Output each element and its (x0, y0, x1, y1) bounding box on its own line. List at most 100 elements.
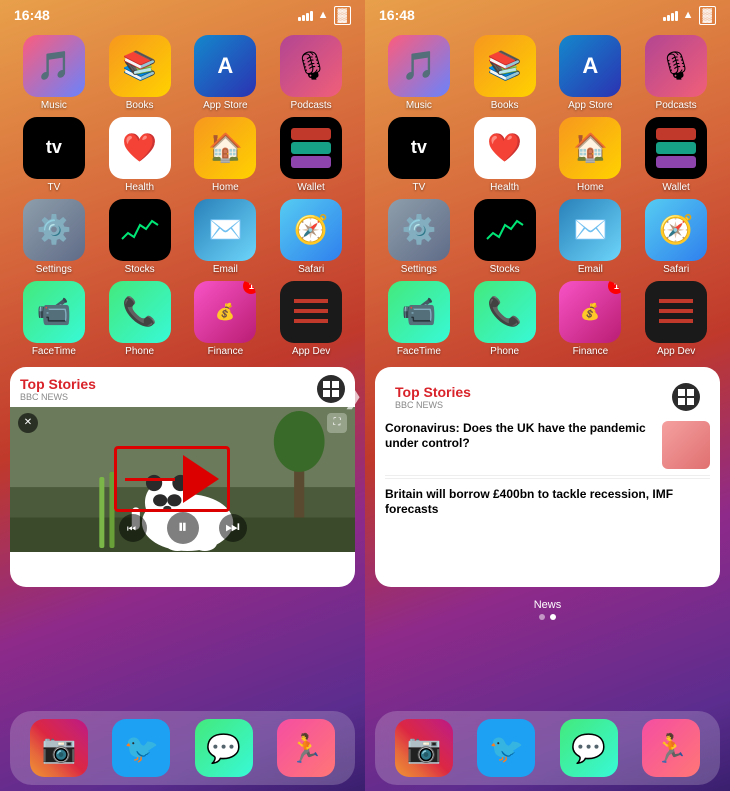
dock-fitness[interactable]: 🏃 (277, 719, 335, 777)
app-stocks[interactable]: Stocks (100, 199, 180, 275)
video-expand-button[interactable]: ⛶ (327, 413, 347, 433)
app-facetime-label: FaceTime (32, 346, 76, 357)
app-health-r[interactable]: ❤️ Health (465, 117, 545, 193)
books-icon-r[interactable]: 📚 (474, 35, 536, 97)
stocks-icon[interactable] (109, 199, 171, 261)
video-container[interactable]: ✕ ⛶ ⏮ ⏸ (10, 407, 355, 552)
app-stocks-r[interactable]: Stocks (465, 199, 545, 275)
app-appstore-label: App Store (203, 100, 247, 111)
dock-messages[interactable]: 💬 (195, 719, 253, 777)
video-close-button[interactable]: ✕ (18, 413, 38, 433)
app-home-r[interactable]: 🏠 Home (551, 117, 631, 193)
appstore-icon-r[interactable]: A (559, 35, 621, 97)
article-1-headline: Coronavirus: Does the UK have the pandem… (385, 421, 654, 452)
app-music[interactable]: 🎵 Music (14, 35, 94, 111)
battery-icon-right: ▓ (699, 6, 716, 25)
music-icon[interactable]: 🎵 (23, 35, 85, 97)
health-icon-r[interactable]: ❤️ (474, 117, 536, 179)
rewind-button[interactable]: ⏮ (119, 514, 147, 542)
dock-twitter-r[interactable]: 🐦 (477, 719, 535, 777)
status-bar-left: 16:48 ▲ ▓ (0, 0, 365, 27)
app-appdev[interactable]: App Dev (271, 281, 351, 357)
app-facetime-r[interactable]: 📹 FaceTime (379, 281, 459, 357)
tv-icon[interactable]: tv (23, 117, 85, 179)
appstore-icon[interactable]: A (194, 35, 256, 97)
phone-icon-r[interactable]: 📞 (474, 281, 536, 343)
books-icon[interactable]: 📚 (109, 35, 171, 97)
app-appdev-r[interactable]: App Dev (636, 281, 716, 357)
dock-messages-r[interactable]: 💬 (560, 719, 618, 777)
app-safari[interactable]: 🧭 Safari (271, 199, 351, 275)
app-appstore[interactable]: A App Store (186, 35, 266, 111)
settings-icon[interactable]: ⚙️ (23, 199, 85, 261)
email-icon[interactable]: ✉️ (194, 199, 256, 261)
article-1-thumbnail (662, 421, 710, 469)
podcasts-icon[interactable]: 🎙 (280, 35, 342, 97)
app-finance-r[interactable]: 💰 1 Finance (551, 281, 631, 357)
app-email[interactable]: ✉️ Email (186, 199, 266, 275)
app-safari-r[interactable]: 🧭 Safari (636, 199, 716, 275)
news-article-2[interactable]: Britain will borrow £400bn to tackle rec… (385, 481, 710, 524)
email-icon-r[interactable]: ✉️ (559, 199, 621, 261)
news-widget-header-left: Top Stories BBC NEWS (10, 367, 355, 407)
appdev-icon-r[interactable] (645, 281, 707, 343)
dots-indicator (365, 614, 730, 620)
widget-label: News (365, 599, 730, 611)
facetime-icon[interactable]: 📹 (23, 281, 85, 343)
tv-icon-r[interactable]: tv (388, 117, 450, 179)
app-finance[interactable]: 💰 1 Finance (186, 281, 266, 357)
wifi-icon: ▲ (318, 9, 329, 21)
status-icons-left: ▲ ▓ (298, 6, 351, 25)
app-safari-label: Safari (298, 264, 324, 275)
pause-button[interactable]: ⏸ (167, 512, 199, 544)
app-facetime[interactable]: 📹 FaceTime (14, 281, 94, 357)
video-controls: ⏮ ⏸ ⏭ (10, 512, 355, 544)
finance-icon[interactable]: 💰 1 (194, 281, 256, 343)
app-settings[interactable]: ⚙️ Settings (14, 199, 94, 275)
home-icon-r[interactable]: 🏠 (559, 117, 621, 179)
app-appstore-r[interactable]: A App Store (551, 35, 631, 111)
app-finance-label: Finance (208, 346, 244, 357)
app-tv-label: TV (47, 182, 60, 193)
facetime-icon-r[interactable]: 📹 (388, 281, 450, 343)
app-health[interactable]: ❤️ Health (100, 117, 180, 193)
app-settings-r[interactable]: ⚙️ Settings (379, 199, 459, 275)
wallet-icon[interactable] (280, 117, 342, 179)
news-logo-icon-r (672, 383, 700, 411)
app-phone-r[interactable]: 📞 Phone (465, 281, 545, 357)
app-home[interactable]: 🏠 Home (186, 117, 266, 193)
app-tv-r[interactable]: tv TV (379, 117, 459, 193)
news-widget-left: Top Stories BBC NEWS (10, 367, 355, 597)
podcasts-icon-r[interactable]: 🎙 (645, 35, 707, 97)
dock-twitter[interactable]: 🐦 (112, 719, 170, 777)
app-wallet[interactable]: Wallet (271, 117, 351, 193)
app-books-r[interactable]: 📚 Books (465, 35, 545, 111)
app-tv[interactable]: tv TV (14, 117, 94, 193)
phone-icon[interactable]: 📞 (109, 281, 171, 343)
dock-fitness-r[interactable]: 🏃 (642, 719, 700, 777)
finance-icon-r[interactable]: 💰 1 (559, 281, 621, 343)
health-icon[interactable]: ❤️ (109, 117, 171, 179)
wallet-icon-r[interactable] (645, 117, 707, 179)
news-article-1[interactable]: Coronavirus: Does the UK have the pandem… (385, 415, 710, 476)
app-grid-left: 🎵 Music 📚 Books A App Store 🎙 Podcasts t… (0, 27, 365, 365)
app-email-r[interactable]: ✉️ Email (551, 199, 631, 275)
safari-icon-r[interactable]: 🧭 (645, 199, 707, 261)
app-music-r[interactable]: 🎵 Music (379, 35, 459, 111)
panel-chevron-right[interactable]: ❯ (343, 381, 363, 410)
stocks-icon-r[interactable] (474, 199, 536, 261)
app-wallet-r[interactable]: Wallet (636, 117, 716, 193)
app-phone[interactable]: 📞 Phone (100, 281, 180, 357)
app-books[interactable]: 📚 Books (100, 35, 180, 111)
battery-icon: ▓ (334, 6, 351, 25)
app-podcasts-r[interactable]: 🎙 Podcasts (636, 35, 716, 111)
appdev-icon[interactable] (280, 281, 342, 343)
safari-icon[interactable]: 🧭 (280, 199, 342, 261)
home-icon[interactable]: 🏠 (194, 117, 256, 179)
dock-instagram[interactable]: 📷 (30, 719, 88, 777)
music-icon-r[interactable]: 🎵 (388, 35, 450, 97)
forward-button[interactable]: ⏭ (219, 514, 247, 542)
settings-icon-r[interactable]: ⚙️ (388, 199, 450, 261)
dock-instagram-r[interactable]: 📷 (395, 719, 453, 777)
app-podcasts[interactable]: 🎙 Podcasts (271, 35, 351, 111)
